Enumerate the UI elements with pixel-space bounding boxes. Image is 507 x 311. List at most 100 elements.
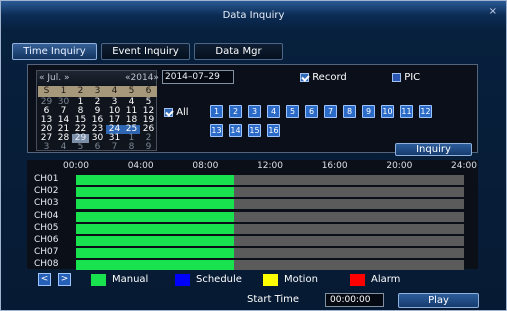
channel-button-9[interactable]: 9 (362, 105, 375, 118)
time-tick: 12:00 (257, 161, 283, 171)
legend-motion: Motion (263, 273, 318, 286)
record-label: Record (312, 72, 347, 83)
recording-segment[interactable] (76, 248, 235, 259)
all-label: All (176, 107, 189, 118)
date-field[interactable]: 2014–07–29 (162, 70, 234, 84)
timeline-track[interactable] (76, 199, 464, 210)
timeline-row: CH08 (34, 258, 474, 271)
legend-manual: Manual (91, 273, 148, 286)
calendar-day[interactable]: 3 (38, 143, 55, 152)
legend-label: Schedule (196, 274, 242, 285)
channel-button-3[interactable]: 3 (248, 105, 261, 118)
weekday-label: 3 (94, 86, 101, 96)
channel-button-7[interactable]: 7 (324, 105, 337, 118)
timeline-row: CH07 (34, 246, 474, 259)
legend-swatch-schedule (175, 273, 190, 286)
year-selector[interactable]: «2014» (125, 73, 159, 83)
time-tick: 04:00 (127, 161, 154, 171)
channel-label: CH02 (34, 186, 59, 197)
inquiry-button[interactable]: Inquiry (395, 143, 472, 156)
time-tick: 24:00 (451, 161, 477, 171)
channel-label: CH06 (34, 235, 59, 245)
calendar-day[interactable]: 7 (106, 143, 123, 152)
next-year-icon[interactable]: » (153, 73, 159, 83)
recording-segment[interactable] (76, 175, 235, 185)
channel-button-10[interactable]: 10 (381, 105, 394, 118)
legend-label: Alarm (371, 274, 401, 285)
timeline-track[interactable] (76, 248, 464, 259)
tab-event-inquiry[interactable]: Event Inquiry (101, 43, 190, 60)
start-time-input[interactable]: 00:00:00 (325, 293, 384, 307)
channel-label: CH01 (34, 174, 59, 184)
recording-segment[interactable] (76, 260, 235, 271)
timeline-track[interactable] (76, 260, 464, 271)
channel-button-16[interactable]: 16 (267, 124, 280, 137)
channel-button-12[interactable]: 12 (419, 105, 432, 118)
timeline-row: CH01 (34, 173, 474, 186)
calendar-day[interactable]: 5 (72, 143, 89, 152)
channel-button-14[interactable]: 14 (229, 124, 242, 137)
recording-segment[interactable] (76, 223, 235, 234)
weekday-label: 2 (77, 86, 84, 96)
legend-schedule: Schedule (175, 273, 242, 286)
channel-button-15[interactable]: 15 (248, 124, 261, 137)
checkbox-checked-icon[interactable] (300, 72, 309, 82)
pic-checkbox[interactable]: PIC (392, 72, 420, 83)
timeline-track[interactable] (76, 223, 464, 234)
prev-month-icon[interactable]: « (39, 73, 45, 83)
channel-label: CH03 (34, 198, 59, 209)
legend-label: Motion (284, 274, 318, 285)
close-icon[interactable]: × (489, 6, 497, 17)
tab-time-inquiry[interactable]: Time Inquiry (12, 43, 97, 60)
weekday-label: S (43, 86, 50, 96)
next-page-button[interactable]: > (58, 273, 71, 286)
channel-button-4[interactable]: 4 (267, 105, 280, 118)
timeline-row: CH03 (34, 197, 474, 210)
record-checkbox[interactable]: Record (300, 72, 347, 83)
calendar-day[interactable]: 9 (140, 143, 157, 152)
play-button[interactable]: Play (398, 293, 479, 308)
legend-swatch-manual (91, 273, 106, 286)
time-tick: 20:00 (386, 161, 413, 171)
pic-label: PIC (404, 72, 421, 83)
data-inquiry-window: Data Inquiry × Time Inquiry Event Inquir… (0, 0, 507, 311)
calendar-days: 29 30 1 2 3 4 5 6 7 8 9 10 11 12 13 14 15 16 17 18 19 20 21 22 2… (38, 98, 157, 152)
channel-button-11[interactable]: 11 (400, 105, 413, 118)
timeline-row: CH02 (34, 185, 474, 198)
recording-segment[interactable] (76, 187, 235, 198)
recording-segment[interactable] (76, 236, 235, 246)
timeline-track[interactable] (76, 175, 464, 185)
tab-data-mgr[interactable]: Data Mgr (194, 43, 283, 60)
window-title: Data Inquiry (222, 9, 285, 21)
timeline-track[interactable] (76, 236, 464, 246)
channel-button-8[interactable]: 8 (343, 105, 356, 118)
channel-button-13[interactable]: 13 (210, 124, 223, 137)
calendar-day[interactable]: 8 (123, 143, 140, 152)
calendar-day[interactable]: 4 (55, 143, 72, 152)
calendar-day[interactable]: 6 (89, 143, 106, 152)
start-time-label: Start Time (247, 294, 300, 305)
legend-swatch-motion (263, 273, 278, 286)
recording-segment[interactable] (76, 199, 235, 210)
channel-button-6[interactable]: 6 (305, 105, 318, 118)
calendar: « Jul. » «2014» S123456 29 30 1 2 3 4 5 6 7 8 9 10 1… (36, 70, 159, 152)
month-selector[interactable]: « Jul. » (39, 73, 70, 83)
prev-page-button[interactable]: < (38, 273, 51, 286)
checkbox-unchecked-icon[interactable] (392, 72, 401, 82)
timeline-row: CH05 (34, 222, 474, 235)
all-checkbox[interactable]: All (164, 107, 189, 118)
month-label: Jul. (47, 73, 62, 83)
next-month-icon[interactable]: » (64, 73, 70, 83)
channel-label: CH04 (34, 210, 59, 221)
channel-button-2[interactable]: 2 (229, 105, 242, 118)
timeline-track[interactable] (76, 211, 464, 222)
timeline-row: CH06 (34, 234, 474, 247)
recording-segment[interactable] (76, 211, 235, 222)
weekday-label: 1 (60, 86, 67, 96)
timeline-track[interactable] (76, 187, 464, 198)
channel-label: CH08 (34, 259, 59, 270)
channel-button-1[interactable]: 1 (210, 105, 223, 118)
checkbox-checked-icon[interactable] (164, 107, 173, 117)
channel-button-5[interactable]: 5 (286, 105, 299, 118)
weekday-label: 6 (145, 86, 152, 96)
